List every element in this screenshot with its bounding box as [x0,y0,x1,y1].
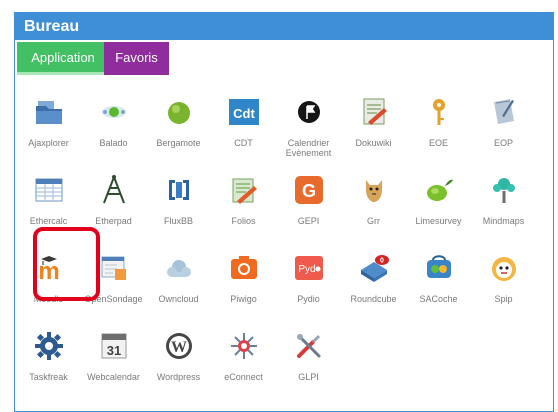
app-owncloud[interactable]: Owncloud [146,248,211,326]
app-cdt[interactable]: Cdt CDT [211,92,276,170]
tab-application[interactable]: Application [17,42,109,75]
econnect-icon [228,330,260,362]
app-opensondage[interactable]: OpenSondage [81,248,146,326]
key-icon [423,96,455,128]
app-label: GLPI [298,372,319,382]
app-label: Grr [367,216,380,226]
lime-icon [423,174,455,206]
wordpress-icon: W [163,330,195,362]
cloud-icon [163,252,195,284]
app-glpi[interactable]: GLPI [276,326,341,404]
app-label: FluxBB [163,216,193,226]
etherpad-icon [98,174,130,206]
app-pydio[interactable]: Pyd Pydio [276,248,341,326]
app-piwigo[interactable]: Piwigo [211,248,276,326]
app-econnect[interactable]: eConnect [211,326,276,404]
app-label: Balado [99,138,128,148]
gear-icon [33,330,65,362]
app-bergamote[interactable]: Bergamote [146,92,211,170]
opensondage-icon [98,252,130,284]
app-moodle[interactable]: m Moodle [16,248,81,326]
app-label: OpenSondage [84,294,143,304]
webcalendar-icon: 31 [98,330,130,362]
webcalendar-icon-text: 31 [106,343,120,358]
tab-favoris[interactable]: Favoris [104,42,169,75]
app-ethercalc[interactable]: Ethercalc [16,170,81,248]
cat-icon [358,174,390,206]
app-label: Limesurvey [415,216,462,226]
app-label: Bergamote [156,138,201,148]
fluxbb-icon [163,174,195,206]
pydio-icon-text: Pyd [298,264,315,275]
app-spip[interactable]: Spip [471,248,536,326]
folder-icon [33,96,65,128]
notebook-icon [488,96,520,128]
moodle-icon: m [33,252,65,284]
app-label: Dokuwiki [355,138,392,148]
app-label: CDT [234,138,253,148]
app-label: Moodle [33,294,64,304]
app-label: Mindmaps [482,216,525,226]
app-label: Wordpress [156,372,201,382]
dokuwiki-icon [358,96,390,128]
app-label: Ajaxplorer [28,138,69,148]
app-label: Calendrier Evènement [285,138,332,158]
app-etherpad[interactable]: Etherpad [81,170,146,248]
app-label: Piwigo [230,294,257,304]
app-label: Etherpad [95,216,132,226]
app-ajaxplorer[interactable]: Ajaxplorer [16,92,81,170]
spip-icon [488,252,520,284]
app-eop[interactable]: EOP [471,92,536,170]
app-label: Taskfreak [29,372,68,382]
app-label: EOE [428,138,448,148]
app-gepi[interactable]: G GEPI [276,170,341,248]
app-label: Owncloud [158,294,199,304]
tree-icon [488,174,520,206]
app-balado[interactable]: Balado [81,92,146,170]
app-label: Pydio [297,294,320,304]
app-grid: Ajaxplorer Balado Bergamote Cdt CDT Cale… [16,92,536,404]
app-fluxbb[interactable]: FluxBB [146,170,211,248]
bergamot-icon [163,96,195,128]
wordpress-icon-text: W [171,339,187,356]
spreadsheet-icon [33,174,65,206]
app-folios[interactable]: Folios [211,170,276,248]
app-label: Ethercalc [29,216,68,226]
app-taskfreak[interactable]: Taskfreak [16,326,81,404]
gepi-icon: G [293,174,325,206]
app-webcalendar[interactable]: 31 Webcalendar [81,326,146,404]
app-grr[interactable]: Grr [341,170,406,248]
app-label: eConnect [224,372,263,382]
app-label: EOP [493,138,513,148]
app-dokuwiki[interactable]: Dokuwiki [341,92,406,170]
gepi-icon-text: G [301,181,315,201]
roundcube-icon: 0 [358,252,390,284]
app-limesurvey[interactable]: Limesurvey [406,170,471,248]
panel-header: Bureau [15,13,553,40]
app-sacoche[interactable]: SACoche [406,248,471,326]
app-eoe[interactable]: EOE [406,92,471,170]
podcast-icon [98,96,130,128]
app-mindmaps[interactable]: Mindmaps [471,170,536,248]
tools-icon [293,330,325,362]
app-calendrier[interactable]: Calendrier Evènement [276,92,341,170]
folios-icon [228,174,260,206]
sacoche-icon [423,252,455,284]
app-label: Roundcube [350,294,397,304]
app-label: Spip [494,294,513,304]
calendar-event-icon [293,96,325,128]
pydio-icon: Pyd [293,252,325,284]
cdt-icon-text: Cdt [233,106,255,121]
cdt-icon: Cdt [228,96,260,128]
app-roundcube[interactable]: 0 Roundcube [341,248,406,326]
camera-icon [228,252,260,284]
app-wordpress[interactable]: W Wordpress [146,326,211,404]
app-label: Webcalendar [87,372,140,382]
roundcube-badge: 0 [380,258,384,265]
app-label: SACoche [419,294,458,304]
app-label: Folios [231,216,256,226]
app-label: GEPI [297,216,320,226]
